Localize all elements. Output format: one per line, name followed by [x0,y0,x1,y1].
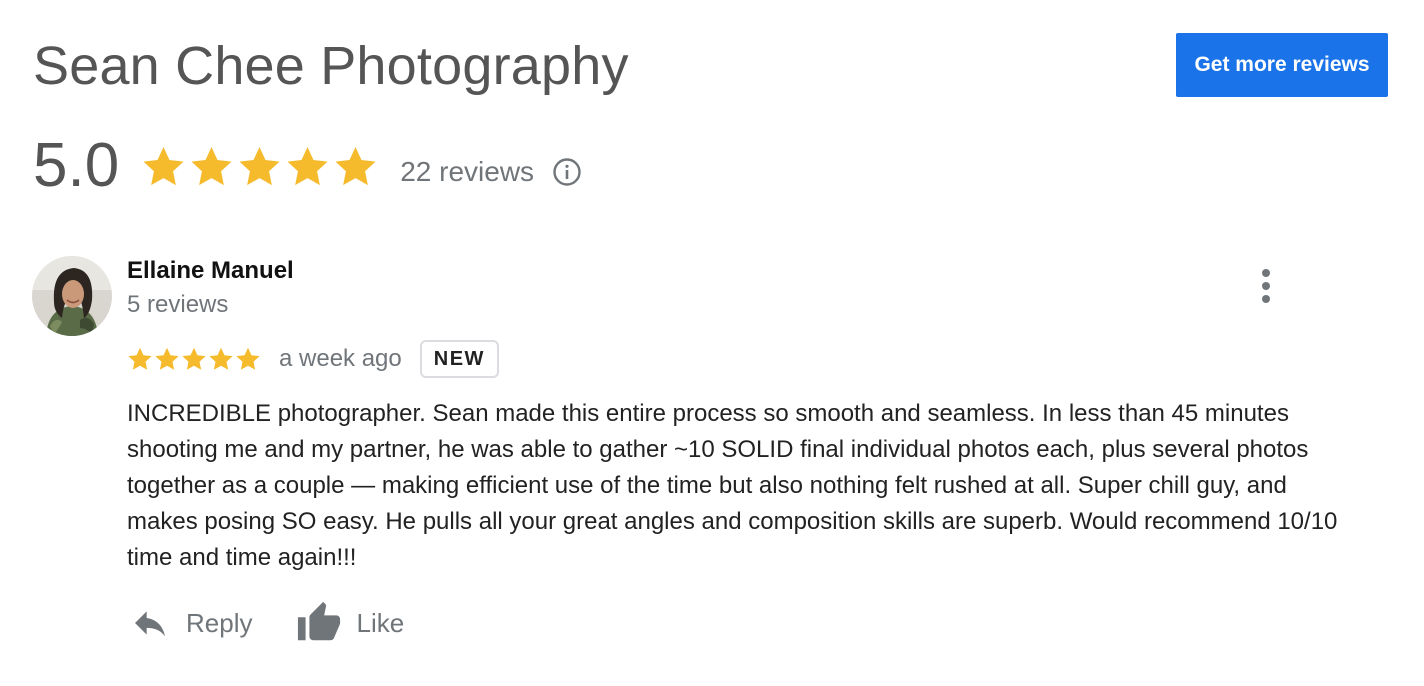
more-vert-icon[interactable] [1250,264,1282,308]
star-icon [236,347,260,370]
more-dot [1262,282,1270,290]
review-time: a week ago [279,345,402,372]
thumbs-up-icon [298,601,341,641]
reviewer-avatar[interactable] [32,256,112,336]
star-icon [128,347,152,370]
like-label: Like [356,607,405,638]
star-icon [143,146,184,185]
total-review-count: 22 reviews [400,156,535,187]
star-icon [209,347,233,370]
review-text: INCREDIBLE photographer. Sean made this … [127,400,1338,571]
reply-arrow-icon [135,611,165,637]
star-icon [335,146,376,185]
info-icon[interactable] [552,157,582,187]
summary-stars [141,144,378,189]
review-widget: Sean Chee Photography Get more reviews 5… [0,0,1424,686]
review-stars [127,346,261,372]
more-dot [1262,269,1270,277]
star-icon [239,146,280,185]
average-rating: 5.0 [33,131,120,200]
reply-button[interactable]: Reply [130,603,252,643]
like-button[interactable]: Like [296,600,404,646]
review-actions: Reply Like [130,600,404,646]
star-icon [155,347,179,370]
star-icon [287,146,328,185]
reviewer-review-count: 5 reviews [127,291,229,318]
star-icon [191,146,232,185]
review-meta: a week ago NEW [127,338,499,380]
business-name: Sean Chee Photography [33,36,629,96]
rating-summary: 5.0 22 reviews [33,130,582,202]
new-badge: NEW [419,340,499,378]
get-more-reviews-button[interactable]: Get more reviews [1176,33,1388,97]
reviewer-name[interactable]: Ellaine Manuel [127,256,294,286]
reply-label: Reply [186,607,253,638]
star-icon [182,347,206,370]
more-dot [1262,295,1270,303]
